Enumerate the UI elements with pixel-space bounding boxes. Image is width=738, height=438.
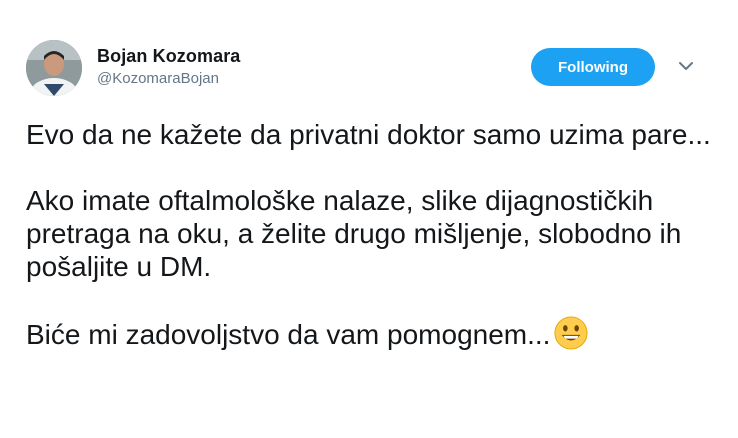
- display-name[interactable]: Bojan Kozomara: [97, 45, 240, 67]
- smiling-face-emoji-icon: [554, 316, 588, 350]
- tweet-card: Bojan Kozomara @KozomaraBojan Following …: [0, 0, 738, 438]
- following-button[interactable]: Following: [531, 48, 655, 86]
- user-handle[interactable]: @KozomaraBojan: [97, 69, 240, 89]
- profile-photo: [26, 40, 82, 96]
- tweet-paragraph-3: Biće mi zadovoljstvo da vam pomognem...: [26, 316, 716, 351]
- tweet-paragraph-1: Evo da ne kažete da privatni doktor samo…: [26, 119, 711, 150]
- tweet-text: Evo da ne kažete da privatni doktor samo…: [26, 118, 716, 351]
- tweet-paragraph-2: Ako imate oftalmološke nalaze, slike dij…: [26, 185, 682, 282]
- user-names: Bojan Kozomara @KozomaraBojan: [97, 45, 240, 89]
- tweet-paragraph-3-text: Biće mi zadovoljstvo da vam pomognem...: [26, 319, 551, 350]
- chevron-down-icon[interactable]: [678, 60, 694, 72]
- avatar[interactable]: [26, 40, 82, 96]
